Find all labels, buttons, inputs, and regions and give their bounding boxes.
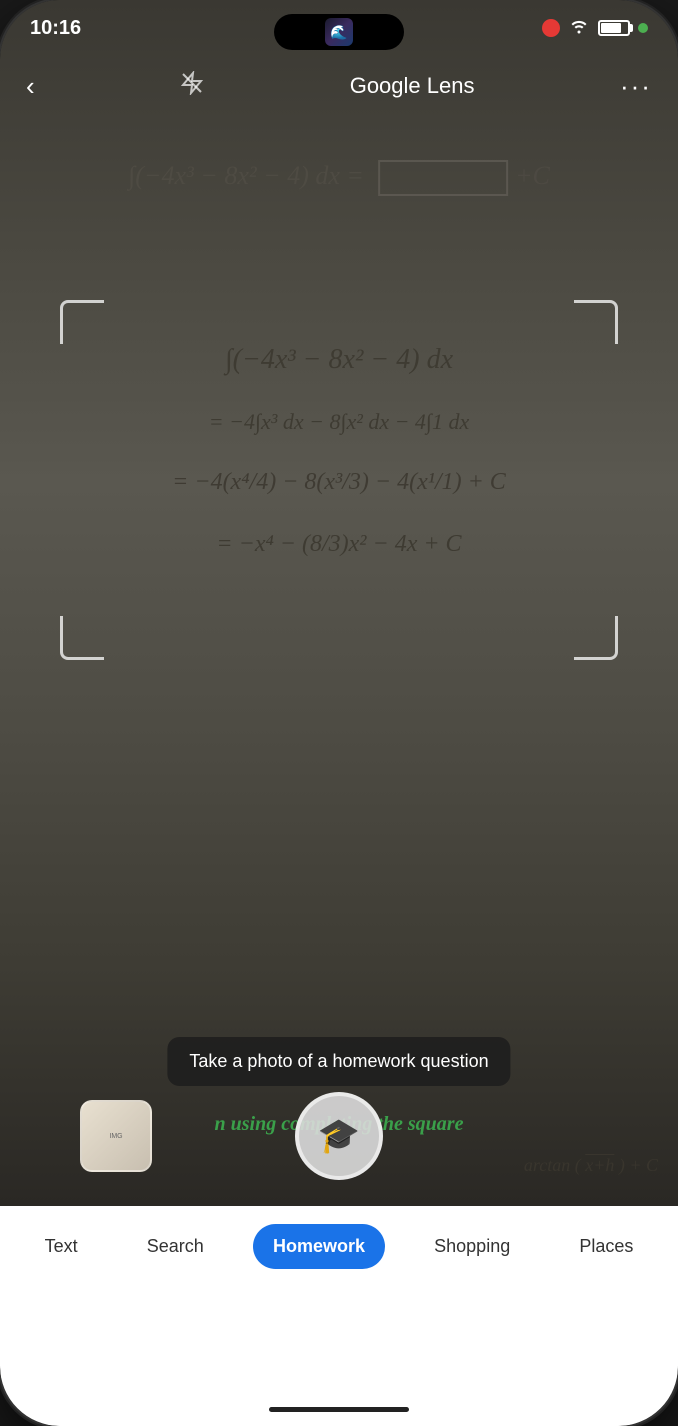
equation-4: = −x⁴ − (8/3)x² − 4x + C <box>216 528 461 562</box>
corner-tr <box>574 300 618 344</box>
dynamic-island-app-icon: 🌊 <box>325 18 353 46</box>
right-formula: arctan ( x+h ) + C <box>524 1155 658 1176</box>
equation-3: = −4(x⁴/4) − 8(x³/3) − 4(x¹/1) + C <box>172 466 506 500</box>
corner-bl <box>60 616 104 660</box>
navigation-bar: ‹ Google Lens ··· <box>0 56 678 116</box>
tabs-container: Text Search Homework Shopping Places <box>0 1206 678 1269</box>
nav-title: Google Lens <box>350 73 475 99</box>
tab-shopping[interactable]: Shopping <box>414 1224 530 1269</box>
corner-tl <box>60 300 104 344</box>
more-options-button[interactable]: ··· <box>620 71 652 102</box>
dynamic-island: 🌊 <box>274 14 404 50</box>
main-equations: ∫(−4x³ − 8x² − 4) dx = −4∫x³ dx − 8∫x² d… <box>0 340 678 561</box>
corner-br <box>574 616 618 660</box>
green-status-dot <box>638 23 648 33</box>
tab-bar: Text Search Homework Shopping Places <box>0 1206 678 1426</box>
equation-1: ∫(−4x³ − 8x² − 4) dx <box>225 340 453 379</box>
status-right-icons <box>542 18 648 39</box>
tab-homework[interactable]: Homework <box>253 1224 385 1269</box>
top-equation: ∫(−4x³ − 8x² − 4) dx = +C <box>128 160 550 196</box>
recording-dot <box>542 19 560 37</box>
phone-device: ∫(−4x³ − 8x² − 4) dx = +C ∫(−4x³ − 8x² −… <box>0 0 678 1426</box>
battery-icon <box>598 20 630 36</box>
back-button[interactable]: ‹ <box>26 71 35 102</box>
photo-thumbnail[interactable]: IMG <box>80 1100 152 1172</box>
shutter-button[interactable]: 🎓 <box>295 1092 383 1180</box>
camera-math-overlay: ∫(−4x³ − 8x² − 4) dx = +C ∫(−4x³ − 8x² −… <box>0 0 678 1206</box>
wifi-icon <box>568 18 590 39</box>
graduation-cap-icon: 🎓 <box>318 1116 360 1156</box>
status-time: 10:16 <box>30 17 81 40</box>
flash-button[interactable] <box>180 71 204 101</box>
answer-box <box>378 160 508 196</box>
equation-2: = −4∫x³ dx − 8∫x² dx − 4∫1 dx <box>209 407 469 438</box>
phone-screen: ∫(−4x³ − 8x² − 4) dx = +C ∫(−4x³ − 8x² −… <box>0 0 678 1426</box>
tab-search[interactable]: Search <box>127 1224 224 1269</box>
camera-controls: IMG 🎓 <box>0 1076 678 1196</box>
tab-places[interactable]: Places <box>559 1224 653 1269</box>
home-indicator <box>269 1407 409 1412</box>
tab-text[interactable]: Text <box>25 1224 98 1269</box>
